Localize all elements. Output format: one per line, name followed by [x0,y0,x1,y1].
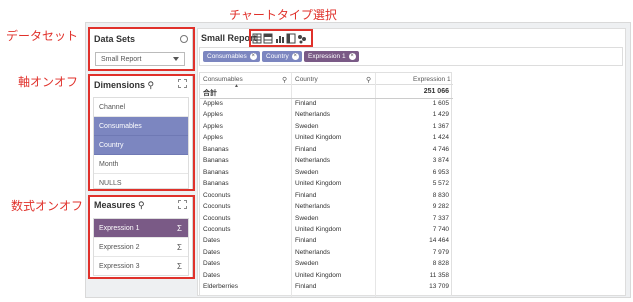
table-cell: 5 572 [432,180,449,188]
table-cell: 11 358 [429,271,449,279]
close-icon[interactable]: × [249,53,257,60]
selection-chip[interactable]: Expression 1 × [304,51,359,62]
table-cell: United Kingdom [295,180,342,188]
chip-label: Country [266,53,289,60]
table-cell: Elderberries [203,283,239,291]
column-header-expression1[interactable]: Expression 1 [413,76,451,83]
table-cell: Bananas [203,157,229,165]
table-cell: Netherlands [295,157,331,165]
table-cell: Sweden [295,214,319,222]
highlight-dimensions [88,74,195,191]
table-cell: United Kingdom [295,225,342,233]
table-cell: 1 429 [432,111,449,119]
table-cell: Finland [295,145,317,153]
table-cell: 14 464 [429,237,449,245]
table-cell: Finland [295,237,317,245]
highlight-datasets [88,27,195,71]
total-row: 合計 251 066 [200,85,453,99]
table-row[interactable]: Apples United Kingdom 1 424 [200,134,453,143]
table-cell: 7 979 [432,248,449,256]
table-cell: Dates [203,248,220,256]
table-row[interactable]: Dates Finland 14 464 [200,237,453,246]
column-header-country[interactable]: Country [295,76,318,83]
table-cell: Coconuts [203,203,231,211]
highlight-measures [88,195,195,279]
total-label: 合計 [203,90,217,97]
column-header-consumables[interactable]: Consumables [203,76,243,83]
table-cell: United Kingdom [295,271,342,279]
table-cell: 7 740 [432,225,449,233]
table-row[interactable]: Dates United Kingdom 11 358 [200,272,453,281]
table-row[interactable]: Dates Sweden 8 828 [200,260,453,269]
table-cell: Dates [203,260,220,268]
table-cell: Netherlands [295,203,331,211]
table-row[interactable]: Dates Netherlands 7 979 [200,249,453,258]
table-cell: Coconuts [203,225,231,233]
table-cell: 13 709 [429,283,449,291]
total-value: 251 066 [423,88,449,95]
search-icon[interactable]: ⚲ [282,76,287,84]
annotation-measures: 数式オンオフ [11,199,84,213]
table-row[interactable]: Coconuts Netherlands 9 282 [200,203,453,212]
table-cell: 8 828 [432,260,449,268]
table-row[interactable]: Apples Netherlands 1 429 [200,111,453,120]
selection-chip[interactable]: Country × [262,51,302,62]
table-row[interactable]: Coconuts United Kingdom 7 740 [200,226,453,235]
annotation-dimensions: 軸オンオフ [18,75,79,89]
table-cell: Bananas [203,145,229,153]
table-cell: Apples [203,134,223,142]
table-cell: Finland [295,191,317,199]
table-cell: Dates [203,237,220,245]
annotation-datasets: データセット [6,29,79,43]
table-cell: Apples [203,111,223,119]
table-cell: Sweden [295,168,319,176]
table-cell: United Kingdom [295,134,342,142]
table-cell: 1 367 [432,122,449,130]
close-icon[interactable]: × [348,53,356,60]
table-cell: 1 424 [432,134,449,142]
table-row[interactable]: Bananas Netherlands 3 874 [200,157,453,166]
table-cell: Apples [203,122,223,130]
search-icon[interactable]: ⚲ [366,76,371,84]
table-cell: 4 746 [432,145,449,153]
close-icon[interactable]: × [291,53,299,60]
table-cell: 7 337 [432,214,449,222]
chip-label: Consumables [207,53,247,60]
table-cell: Sweden [295,122,319,130]
table-row[interactable]: Coconuts Sweden 7 337 [200,215,453,224]
table: Consumables ⚲ Country ⚲ Expression 1 ▲ 合… [199,72,453,297]
table-cell: 3 874 [432,157,449,165]
table-cell: Coconuts [203,214,231,222]
table-cell: Coconuts [203,191,231,199]
table-row[interactable]: Coconuts Finland 8 830 [200,192,453,201]
table-row[interactable]: Apples Finland 1 605 [200,100,453,109]
table-row[interactable]: Apples Sweden 1 367 [200,123,453,132]
highlight-chart-type [249,29,313,47]
annotation-chart-type: チャートタイプ選択 [229,8,337,22]
table-cell: Netherlands [295,111,331,119]
table-cell: 6 953 [432,168,449,176]
table-cell: Finland [295,100,317,107]
table-row[interactable]: Bananas Finland 4 746 [200,146,453,155]
table-cell: Sweden [295,260,319,268]
table-cell: Bananas [203,168,229,176]
table-row[interactable]: Bananas Sweden 6 953 [200,169,453,178]
table-cell: Finland [295,283,317,291]
chip-label: Expression 1 [308,53,346,60]
table-cell: Bananas [203,180,229,188]
table-cell: Netherlands [295,248,331,256]
table-cell: Apples [203,100,223,107]
table-row[interactable]: Bananas United Kingdom 5 572 [200,180,453,189]
table-row[interactable]: Elderberries Finland 13 709 [200,283,453,292]
selection-chip[interactable]: Consumables × [203,51,260,62]
table-cell: Dates [203,271,220,279]
table-cell: 8 830 [432,191,449,199]
table-cell: 9 282 [432,203,449,211]
table-cell: 1 605 [432,100,449,107]
